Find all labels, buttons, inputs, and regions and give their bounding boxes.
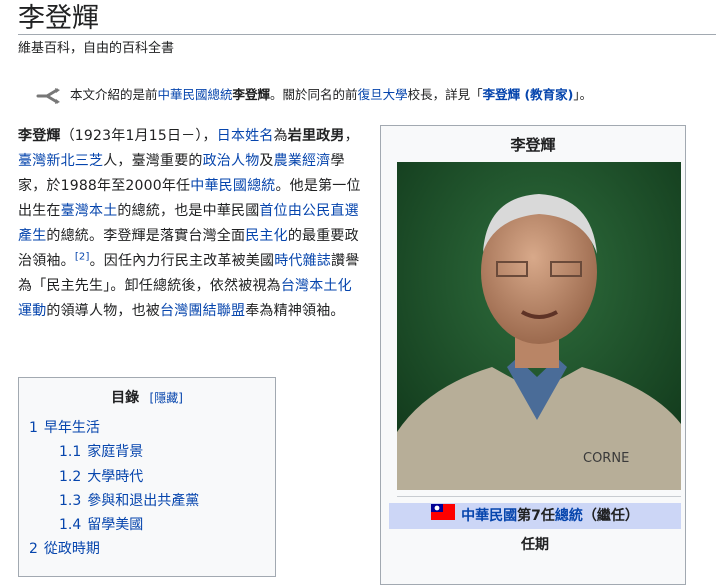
toc-number: 2 (29, 541, 38, 558)
infobox-title: 李登輝 (510, 136, 556, 154)
office-ordinal: 第7任 (517, 508, 555, 524)
lead-text: 的領導人物，也被 (46, 303, 161, 319)
toc-item-political-career[interactable]: 2 從政時期 (19, 537, 275, 561)
hatnote: 本文介紹的是前中華民國總統李登輝。關於同名的前復旦大學校長，詳見「李登輝 (教育… (36, 86, 592, 105)
link-sanzhi[interactable]: 臺灣新北三芝 (18, 153, 103, 169)
toc-item-study-usa[interactable]: 1.4 留學美國 (19, 513, 275, 537)
link-taiwan-solidarity-union[interactable]: 台灣團結聯盟 (160, 303, 245, 319)
toc-label: 家庭背景 (87, 444, 144, 461)
lead-paragraph: 李登輝（1923年1月15日－），日本姓名為岩里政男， 臺灣新北三芝人，臺灣重要的… (18, 124, 365, 324)
toc-label: 留學美國 (87, 517, 144, 534)
toc-item-family-background[interactable]: 1.1 家庭背景 (19, 440, 275, 464)
site-subtitle: 維基百科，自由的百科全書 (18, 41, 175, 56)
toc-item-early-life[interactable]: 1 早年生活 (19, 416, 275, 440)
toc-title: 目錄 (111, 390, 140, 406)
title-divider (18, 34, 716, 35)
link-taiwan-local[interactable]: 臺灣本土 (61, 203, 118, 219)
hatnote-text: 校長，詳見「 (407, 87, 483, 102)
toc-list: 1 早年生活 1.1 家庭背景 1.2 大學時代 1.3 參與和退出共產黨 1.4 留學美… (19, 416, 275, 562)
lead-text: 的總統。李登輝是落實台灣全面 (46, 228, 246, 244)
toc-label: 從政時期 (43, 541, 100, 558)
link-fudan-university[interactable]: 復旦大學 (358, 87, 408, 102)
toc-number: 1.2 (59, 468, 82, 485)
lead-text: 奉為精神領袖。 (245, 303, 345, 319)
toc-item-communist-party[interactable]: 1.3 參與和退出共產黨 (19, 489, 275, 513)
office-suffix: （繼任） (582, 508, 639, 524)
roc-flag-icon (431, 503, 456, 529)
link-president[interactable]: 總統 (555, 508, 583, 524)
toc-number: 1.1 (59, 444, 82, 461)
toc-hide-toggle[interactable]: [隱藏] (150, 391, 183, 405)
lead-text: ， (344, 128, 359, 144)
portrait-text: CORNE (583, 451, 629, 466)
hatnote-text: 本文介紹的是前 (70, 87, 158, 102)
link-roc-president-lead[interactable]: 中華民國總統 (190, 178, 275, 194)
toc-item-university[interactable]: 1.2 大學時代 (19, 465, 275, 489)
link-agricultural-economics[interactable]: 農業經濟 (274, 153, 331, 169)
toc-number: 1 (29, 420, 38, 436)
disambiguation-icon (36, 87, 62, 105)
office-header: 中華民國第7任總統（繼任） (389, 503, 681, 529)
toc-label: 參與和退出共產黨 (87, 492, 200, 509)
reference-link[interactable]: [2] (75, 251, 90, 262)
toc-label: 大學時代 (87, 468, 144, 485)
toc-header: 目錄 [隱藏] (19, 388, 275, 408)
lead-text: 人，臺灣重要的 (103, 153, 203, 169)
page-title: 李登輝 (18, 3, 99, 34)
table-of-contents: 目錄 [隱藏] 1 早年生活 1.1 家庭背景 1.2 大學時代 1.3 參與和退出共產… (18, 377, 276, 577)
hatnote-text: 」。 (573, 87, 593, 102)
lead-japanese-name: 岩里政男 (287, 128, 345, 144)
lead-text: 為 (273, 128, 288, 144)
lead-text: 。因任內力行民主改革被美國 (89, 253, 275, 269)
link-politician[interactable]: 政治人物 (203, 153, 260, 169)
link-roc-president[interactable]: 中華民國總統 (158, 87, 233, 102)
toc-number: 1.3 (59, 492, 82, 509)
lead-subject-name: 李登輝 (18, 128, 61, 144)
infobox: 李登輝 CORNE 中華民國第7任總統（繼任） 任期 (380, 125, 686, 585)
link-democratization[interactable]: 民主化 (245, 228, 288, 244)
link-roc[interactable]: 中華民國 (461, 508, 517, 524)
lead-text: 的總統，也是中華民國 (117, 203, 260, 219)
toc-number: 1.4 (59, 517, 82, 534)
toc-label: 早年生活 (43, 420, 100, 436)
term-label: 任期 (521, 537, 549, 553)
hatnote-bold-name: 李登輝 (232, 87, 271, 102)
link-lee-educator[interactable]: 李登輝 (教育家) (483, 87, 574, 102)
link-japanese-name[interactable]: 日本姓名 (217, 128, 274, 144)
hatnote-text: 。關於同名的前 (270, 87, 358, 102)
link-time-magazine[interactable]: 時代雜誌 (274, 253, 331, 269)
lead-text: （1923年1月15日－）， (60, 128, 217, 144)
portrait-image[interactable]: CORNE (397, 162, 681, 490)
infobox-divider (397, 496, 681, 497)
lead-text: 及 (259, 153, 274, 169)
